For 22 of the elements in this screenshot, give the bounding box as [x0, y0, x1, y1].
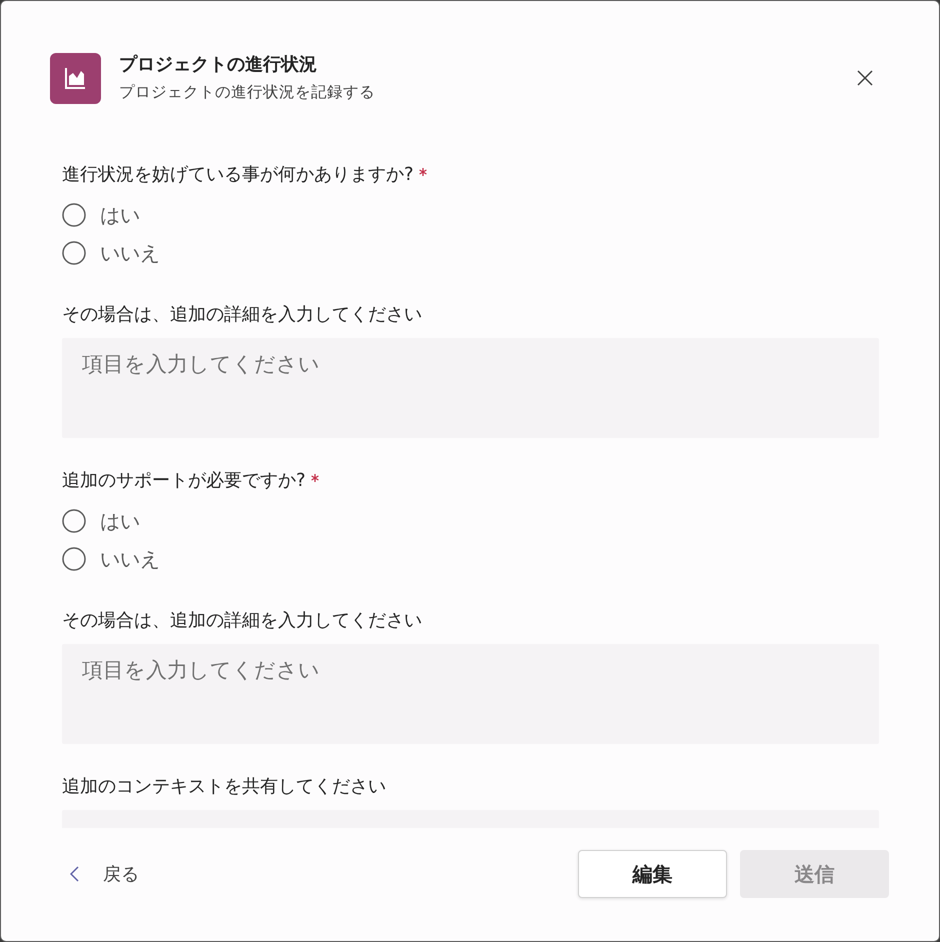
option-label[interactable]: いいえ: [100, 546, 160, 572]
field-label: その場合は、追加の詳細を入力してください: [62, 609, 422, 633]
back-button[interactable]: 戻る: [63, 850, 139, 898]
radio-button[interactable]: [62, 547, 86, 571]
field-label: その場合は、追加の詳細を入力してください: [62, 303, 422, 327]
option-label[interactable]: いいえ: [100, 240, 160, 266]
radio-button[interactable]: [62, 509, 86, 533]
radio-button[interactable]: [62, 203, 86, 227]
question-label: 追加のサポートが必要ですか?: [62, 469, 306, 493]
input-field[interactable]: 項目を入力してください: [62, 644, 879, 744]
dialog-title: プロジェクトの進行状況: [119, 53, 318, 77]
field-label: 追加のコンテキストを共有してください: [62, 775, 386, 799]
close-icon: [857, 70, 873, 86]
chart-icon: [50, 53, 101, 104]
option-label[interactable]: はい: [100, 508, 140, 534]
chevron-left-icon: [70, 866, 79, 882]
question-label: 進行状況を妨げている事が何かありますか?: [62, 163, 414, 187]
dialog-subtitle: プロジェクトの進行状況を記録する: [119, 82, 375, 102]
action-button[interactable]: 編集: [578, 850, 727, 898]
option-label[interactable]: はい: [100, 202, 140, 228]
input-field[interactable]: 項目を入力してください: [62, 338, 879, 438]
radio-button[interactable]: [62, 241, 86, 265]
